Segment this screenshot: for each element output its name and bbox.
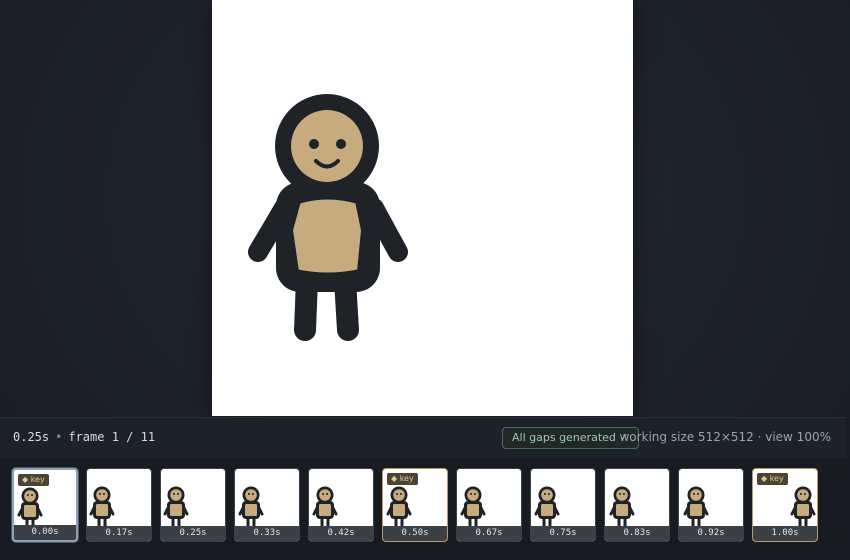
frame-timeline[interactable]: ◆ key 0.00s 0.17s 0.25s 0.33s 0.42s ◆ ke… — [0, 458, 850, 560]
frame-time-label: 0.83s — [605, 526, 669, 541]
frame-time-label: 0.50s — [383, 526, 447, 541]
frame-thumbnail[interactable]: ◆ key 1.00s — [752, 468, 818, 542]
working-size-info: working size 512×512 · view 100% — [619, 430, 831, 444]
frame-thumbnail[interactable]: 0.17s — [86, 468, 152, 542]
frame-counter: frame 1 / 11 — [68, 430, 156, 444]
frame-info: 0.25s • frame 1 / 11 — [13, 430, 155, 444]
frame-thumbnail[interactable]: 0.42s — [308, 468, 374, 542]
frame-time-label: 0.92s — [679, 526, 743, 541]
separator-dot: • — [55, 430, 63, 444]
keyframe-badge: ◆ key — [387, 473, 418, 485]
frame-thumbnail[interactable]: 0.33s — [234, 468, 300, 542]
face — [291, 110, 363, 182]
frame-thumbnail[interactable]: 0.67s — [456, 468, 522, 542]
character-drawing — [248, 94, 408, 341]
frame-thumbnail[interactable]: 0.92s — [678, 468, 744, 542]
right-eye — [336, 139, 346, 149]
frame-thumbnail[interactable]: 0.75s — [530, 468, 596, 542]
frame-time-label: 0.00s — [14, 525, 76, 540]
keyframe-badge: ◆ key — [18, 474, 49, 486]
drawing-canvas[interactable] — [212, 0, 633, 416]
status-bar: 0.25s • frame 1 / 11 All gaps generated ✓ … — [0, 417, 845, 459]
frame-thumbnail[interactable]: ◆ key 0.50s — [382, 468, 448, 542]
frame-thumbnail[interactable]: 0.83s — [604, 468, 670, 542]
current-time: 0.25s — [13, 430, 50, 444]
frame-time-label: 0.33s — [235, 526, 299, 541]
frame-time-label: 0.25s — [161, 526, 225, 541]
torso-fill — [287, 193, 367, 279]
left-eye — [309, 139, 319, 149]
frame-time-label: 0.17s — [87, 526, 151, 541]
frame-time-label: 0.75s — [531, 526, 595, 541]
frame-time-label: 0.42s — [309, 526, 373, 541]
keyframe-badge: ◆ key — [757, 473, 788, 485]
gaps-generated-badge[interactable]: All gaps generated ✓ — [502, 427, 639, 449]
frame-time-label: 0.67s — [457, 526, 521, 541]
frame-time-label: 1.00s — [753, 526, 817, 541]
frame-thumbnail[interactable]: ◆ key 0.00s — [12, 468, 78, 542]
frame-thumbnail[interactable]: 0.25s — [160, 468, 226, 542]
canvas-viewport[interactable] — [0, 0, 850, 416]
